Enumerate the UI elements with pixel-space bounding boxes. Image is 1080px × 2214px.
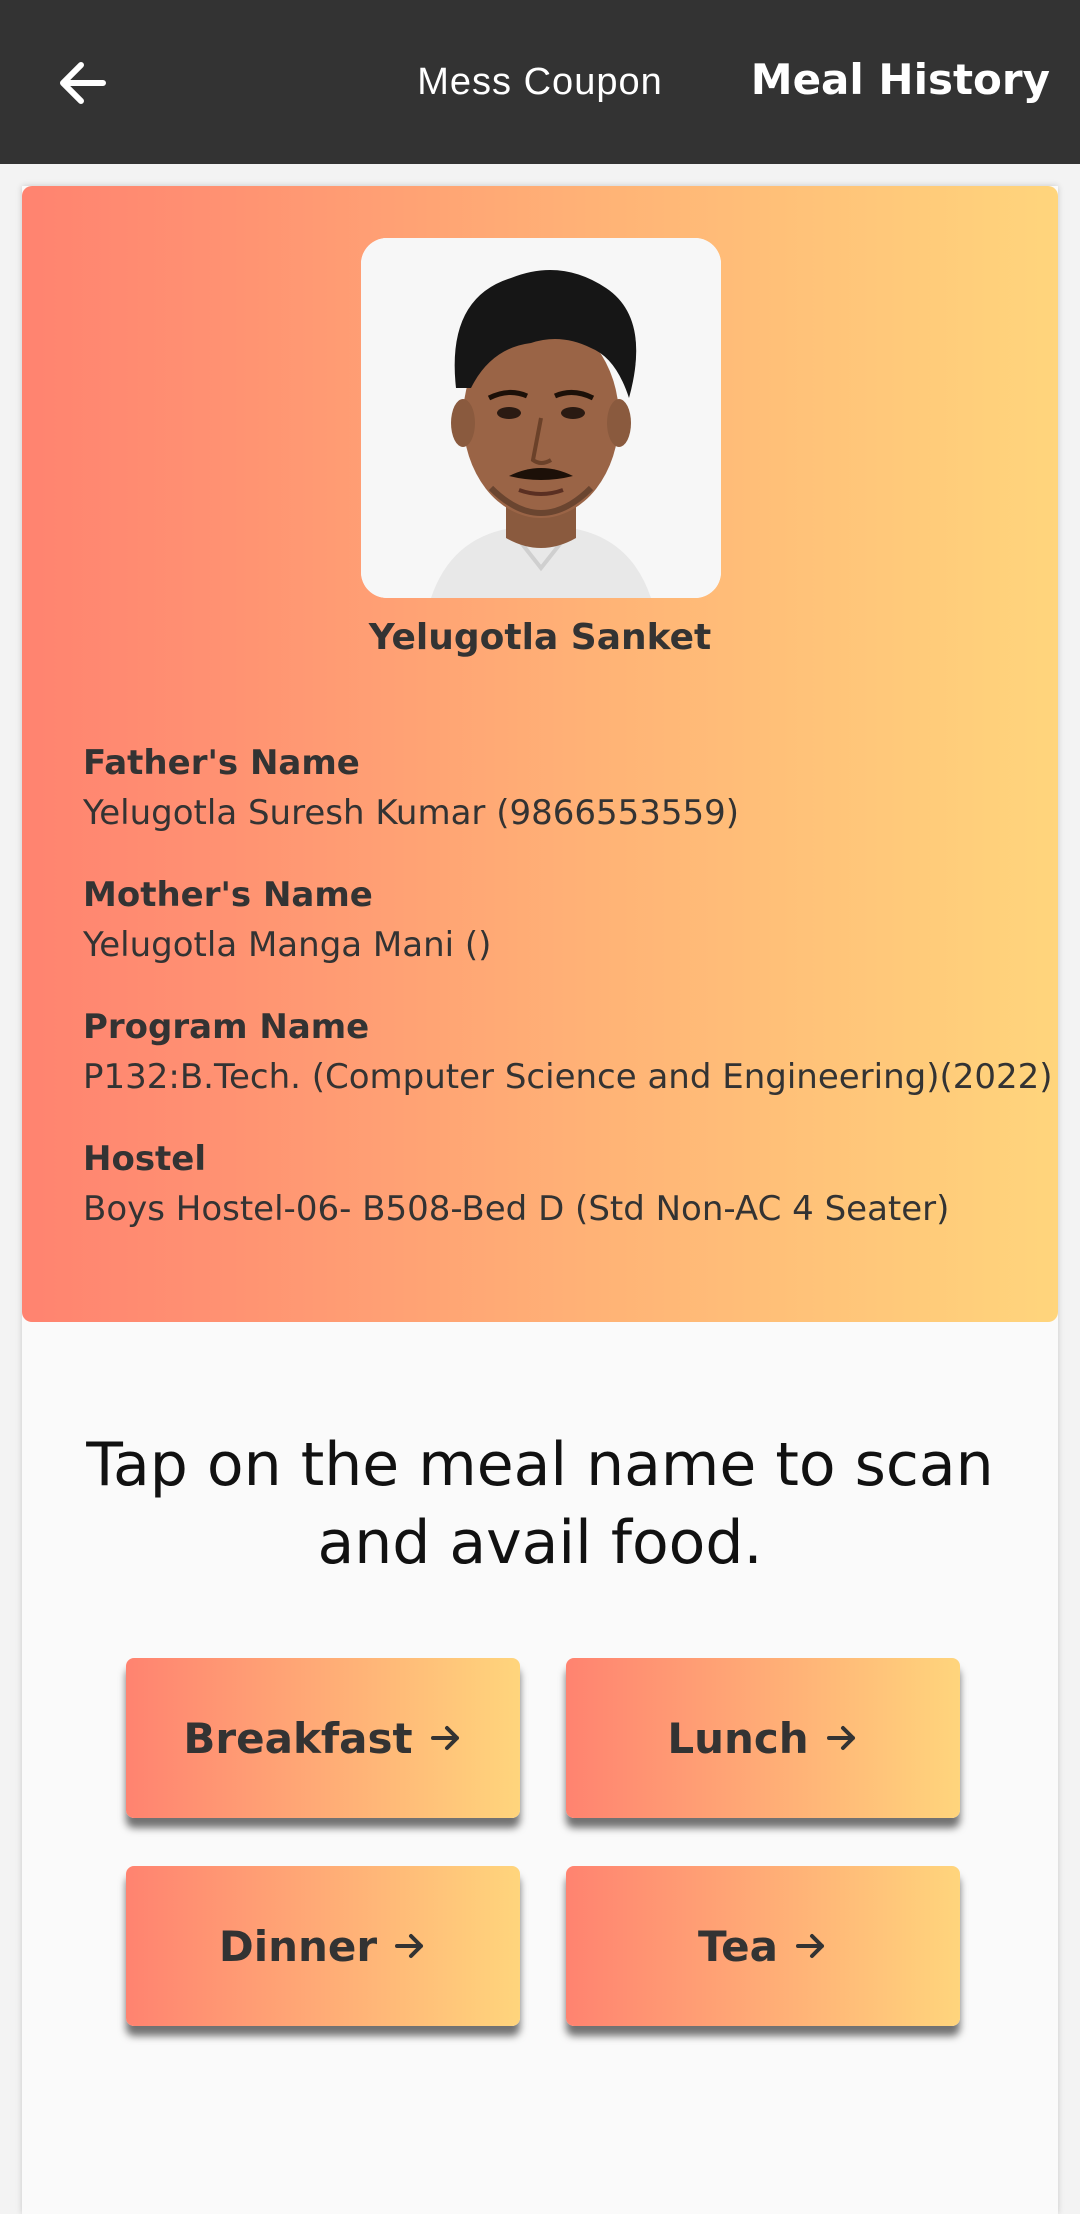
student-avatar-image bbox=[361, 238, 721, 598]
arrow-right-icon bbox=[393, 1929, 427, 1963]
field-value: Yelugotla Manga Mani () bbox=[83, 925, 492, 965]
page-title: Mess Coupon bbox=[417, 61, 663, 103]
scan-instruction: Tap on the meal name to scan and avail f… bbox=[86, 1430, 994, 1578]
meal-label: Breakfast bbox=[183, 1713, 413, 1763]
tea-button[interactable]: Tea bbox=[566, 1866, 960, 2026]
main-panel: Yelugotla Sanket Father's Name Yelugotla… bbox=[22, 186, 1058, 2214]
field-label: Program Name bbox=[83, 1007, 370, 1047]
arrow-left-icon bbox=[60, 62, 106, 104]
lunch-button[interactable]: Lunch bbox=[566, 1658, 960, 1818]
field-value: P132:B.Tech. (Computer Science and Engin… bbox=[83, 1057, 1053, 1097]
arrow-right-icon bbox=[825, 1721, 859, 1755]
field-label: Hostel bbox=[83, 1139, 207, 1179]
field-value: Yelugotla Suresh Kumar (9866553559) bbox=[83, 793, 740, 833]
profile-card: Yelugotla Sanket Father's Name Yelugotla… bbox=[22, 186, 1058, 1322]
fathers-name-field: Father's Name Yelugotla Suresh Kumar (98… bbox=[83, 738, 1063, 838]
dinner-button[interactable]: Dinner bbox=[126, 1866, 520, 2026]
field-label: Father's Name bbox=[83, 743, 360, 783]
program-name-field: Program Name P132:B.Tech. (Computer Scie… bbox=[83, 1002, 1063, 1102]
arrow-right-icon bbox=[794, 1929, 828, 1963]
hostel-field: Hostel Boys Hostel-06- B508-Bed D (Std N… bbox=[83, 1134, 1063, 1234]
mothers-name-field: Mother's Name Yelugotla Manga Mani () bbox=[83, 870, 1063, 970]
field-value: Boys Hostel-06- B508-Bed D (Std Non-AC 4… bbox=[83, 1189, 950, 1229]
meal-label: Tea bbox=[698, 1921, 778, 1971]
meal-label: Dinner bbox=[218, 1921, 378, 1971]
student-photo bbox=[361, 238, 721, 598]
field-label: Mother's Name bbox=[83, 875, 373, 915]
student-name: Yelugotla Sanket bbox=[368, 617, 712, 658]
meal-label: Lunch bbox=[667, 1713, 809, 1763]
app-bar: Mess Coupon Meal History bbox=[0, 0, 1080, 164]
back-button[interactable] bbox=[40, 40, 126, 126]
meal-history-button[interactable]: Meal History bbox=[751, 50, 1050, 110]
arrow-right-icon bbox=[429, 1721, 463, 1755]
breakfast-button[interactable]: Breakfast bbox=[126, 1658, 520, 1818]
